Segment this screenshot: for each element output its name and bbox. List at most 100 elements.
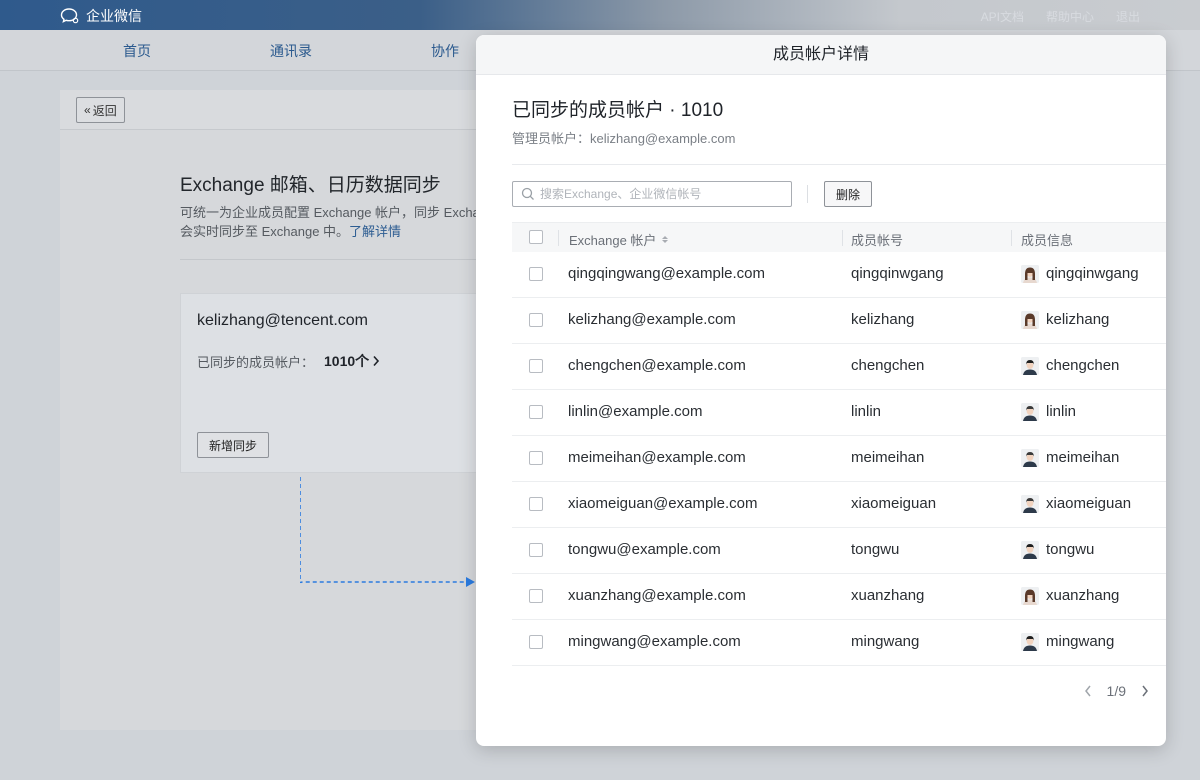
column-separator xyxy=(558,230,559,246)
top-link-help[interactable]: 帮助中心 xyxy=(1046,8,1094,25)
avatar xyxy=(1021,495,1039,513)
member-info-cell: kelizhang xyxy=(1046,311,1110,328)
column-separator xyxy=(1011,230,1012,246)
member-account-cell: linlin xyxy=(851,403,882,420)
members-table: Exchange 帐户 成员帐号 成员信息 qingqingwang@examp… xyxy=(512,222,1166,666)
app-brand[interactable]: 企业微信 xyxy=(60,6,142,26)
app-name: 企业微信 xyxy=(86,8,142,24)
account-email: kelizhang@tencent.com xyxy=(197,312,368,329)
member-info-cell: meimeihan xyxy=(1046,449,1120,466)
row-checkbox[interactable] xyxy=(529,359,543,373)
table-body: qingqingwang@example.com qingqinwgang qing… xyxy=(512,252,1166,666)
column-header-member: 成员信息 xyxy=(1021,233,1074,248)
search-icon xyxy=(521,187,534,200)
table-row[interactable]: tongwu@example.com tongwu tongwu xyxy=(512,528,1166,574)
top-bar: 企业微信 API文档 帮助中心 退出 xyxy=(0,0,1200,30)
search-input[interactable] xyxy=(540,187,780,201)
add-sync-button[interactable]: 新增同步 xyxy=(197,432,270,458)
table-row[interactable]: qingqingwang@example.com qingqinwgang qing… xyxy=(512,252,1166,298)
sort-icon xyxy=(662,236,669,243)
member-account-cell: xuanzhang xyxy=(851,587,925,604)
member-info-cell: tongwu xyxy=(1046,541,1095,558)
exchange-account-cell: tongwu@example.com xyxy=(568,541,721,558)
top-link-logout[interactable]: 退出 xyxy=(1116,8,1140,25)
row-checkbox[interactable] xyxy=(529,543,543,557)
member-info-cell: xuanzhang xyxy=(1046,587,1120,604)
row-checkbox[interactable] xyxy=(529,589,543,603)
member-info-cell: mingwang xyxy=(1046,633,1115,650)
modal-title: 已同步的成员帐户 · 1010 xyxy=(512,100,724,121)
page-indicator: 1/9 xyxy=(1106,683,1126,699)
modal-header: 成员帐户详情 xyxy=(476,35,1166,75)
back-button[interactable]: « 返回 xyxy=(76,97,125,123)
table-row[interactable]: meimeihan@example.com meimeihan meimeihan xyxy=(512,436,1166,482)
table-row[interactable]: kelizhang@example.com kelizhang kelizhang xyxy=(512,298,1166,344)
column-separator xyxy=(842,230,843,246)
pagination: 1/9 xyxy=(1083,683,1150,699)
search-box[interactable] xyxy=(512,181,792,207)
member-account-cell: qingqinwgang xyxy=(851,265,944,282)
avatar xyxy=(1021,587,1039,605)
chevron-right-icon xyxy=(373,355,380,367)
row-checkbox[interactable] xyxy=(529,405,543,419)
avatar xyxy=(1021,357,1039,375)
member-info-cell: linlin xyxy=(1046,403,1077,420)
table-row[interactable]: xiaomeiguan@example.com xiaomeiguan xiaome… xyxy=(512,482,1166,528)
member-account-cell: xiaomeiguan xyxy=(851,495,937,512)
avatar xyxy=(1021,265,1039,283)
divider xyxy=(512,164,1166,165)
row-checkbox[interactable] xyxy=(529,635,543,649)
member-account-cell: tongwu xyxy=(851,541,900,558)
member-account-cell: mingwang xyxy=(851,633,920,650)
chevron-right-icon[interactable] xyxy=(1140,684,1150,698)
exchange-account-cell: xuanzhang@example.com xyxy=(568,587,746,604)
synced-count-link[interactable]: 1010个 xyxy=(324,351,380,371)
table-row[interactable]: linlin@example.com linlin linlin xyxy=(512,390,1166,436)
table-header: Exchange 帐户 成员帐号 成员信息 xyxy=(512,222,1166,252)
table-row[interactable]: chengchen@example.com chengchen chengchen xyxy=(512,344,1166,390)
member-account-cell: meimeihan xyxy=(851,449,925,466)
row-checkbox[interactable] xyxy=(529,313,543,327)
exchange-account-cell: xiaomeiguan@example.com xyxy=(568,495,758,512)
column-header-exchange[interactable]: Exchange 帐户 xyxy=(569,230,669,249)
avatar xyxy=(1021,311,1039,329)
member-info-cell: qingqinwgang xyxy=(1046,265,1139,282)
member-info-cell: chengchen xyxy=(1046,357,1120,374)
exchange-account-cell: meimeihan@example.com xyxy=(568,449,746,466)
account-card: kelizhang@tencent.com 已同步的成员帐户： 1010个 新增… xyxy=(180,293,500,473)
avatar xyxy=(1021,541,1039,559)
chevron-left-icon[interactable] xyxy=(1083,684,1093,698)
avatar xyxy=(1021,633,1039,651)
wecom-logo-icon xyxy=(60,8,79,24)
exchange-account-cell: kelizhang@example.com xyxy=(568,311,736,328)
exchange-account-cell: chengchen@example.com xyxy=(568,357,746,374)
row-checkbox[interactable] xyxy=(529,497,543,511)
learn-more-link[interactable]: 了解详情 xyxy=(349,224,401,239)
exchange-account-cell: mingwang@example.com xyxy=(568,633,741,650)
top-links: API文档 帮助中心 退出 xyxy=(981,8,1140,25)
member-info-cell: xiaomeiguan xyxy=(1046,495,1132,512)
admin-account: 管理员帐户：kelizhang@example.com xyxy=(512,131,736,146)
table-row[interactable]: xuanzhang@example.com xuanzhang xuanzhang xyxy=(512,574,1166,620)
table-row[interactable]: mingwang@example.com mingwang mingwang xyxy=(512,620,1166,666)
delete-button[interactable]: 删除 xyxy=(824,181,873,207)
member-account-cell: kelizhang xyxy=(851,311,915,328)
member-account-cell: chengchen xyxy=(851,357,925,374)
select-all-checkbox[interactable] xyxy=(529,230,543,244)
nav-contacts[interactable]: 通讯录 xyxy=(270,41,312,61)
top-link-api[interactable]: API文档 xyxy=(981,8,1024,25)
synced-members-row: 已同步的成员帐户： 1010个 xyxy=(197,351,380,371)
page-description: 可统一为企业成员配置 Exchange 帐户，同步 Excha 会实时同步至 E… xyxy=(180,205,480,239)
exchange-account-cell: linlin@example.com xyxy=(568,403,703,420)
nav-home[interactable]: 首页 xyxy=(123,41,151,61)
member-account-modal: 成员帐户详情 已同步的成员帐户 · 1010 管理员帐户：kelizhang@e… xyxy=(476,35,1166,746)
dashed-arrow-icon xyxy=(300,477,475,587)
row-checkbox[interactable] xyxy=(529,451,543,465)
page-title: Exchange 邮箱、日历数据同步 xyxy=(180,175,441,196)
nav-collaboration[interactable]: 协作 xyxy=(431,41,459,61)
row-checkbox[interactable] xyxy=(529,267,543,281)
double-chevron-left-icon: « xyxy=(84,103,91,117)
column-header-account: 成员帐号 xyxy=(851,233,904,248)
toolbar-separator xyxy=(807,185,808,203)
avatar xyxy=(1021,403,1039,421)
